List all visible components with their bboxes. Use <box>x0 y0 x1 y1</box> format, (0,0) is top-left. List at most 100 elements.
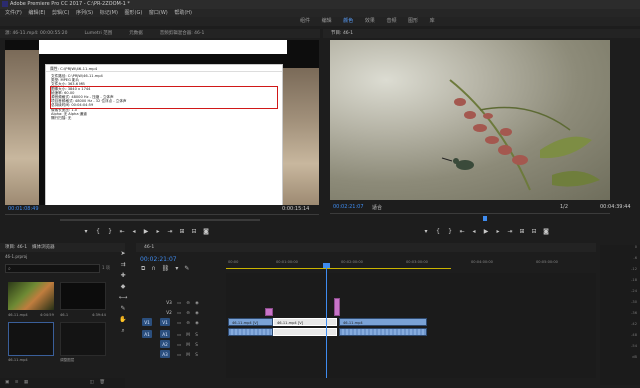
in-point-icon[interactable]: { <box>92 228 104 235</box>
menu-help[interactable]: 帮助(H) <box>174 10 192 16</box>
extract-icon[interactable]: ⊟ <box>528 228 540 235</box>
menu-window[interactable]: 窗口(W) <box>149 10 168 16</box>
source-time-ruler[interactable] <box>5 214 319 222</box>
overwrite-icon[interactable]: ⊟ <box>188 228 200 235</box>
goto-in-icon[interactable]: ⇤ <box>116 228 128 235</box>
track-controls[interactable]: ▭ ⊖ ◉ <box>177 298 201 307</box>
track-target-a1[interactable]: A1 <box>160 330 170 338</box>
play-icon[interactable]: ▶ <box>140 228 152 235</box>
track-target-a2[interactable]: A2 <box>160 340 170 348</box>
timeline-timecode[interactable]: 00:02:21:07 <box>140 256 177 263</box>
tab-audio-mixer[interactable]: 音频剪辑混合器: 46-1 <box>160 31 205 36</box>
out-point-icon[interactable]: } <box>444 228 456 235</box>
video-clip[interactable]: 46-11.mp4 [V] <box>228 318 273 326</box>
timeline-playhead-line[interactable] <box>326 265 327 378</box>
track-select-tool-icon[interactable]: ⇉ <box>118 259 128 270</box>
program-timecode[interactable]: 00:02:21:07 <box>333 204 364 210</box>
track-target-v1[interactable]: V1 <box>160 318 170 326</box>
in-point-icon[interactable]: { <box>432 228 444 235</box>
project-item-thumb[interactable] <box>60 322 106 356</box>
lock-icon[interactable]: ▣ <box>5 380 9 385</box>
icon-view-icon[interactable]: ▦ <box>24 380 28 385</box>
project-item-thumb-selected[interactable] <box>8 322 54 356</box>
timeline-ruler[interactable]: 00:00 00:01:00:00 00:02:00:00 00:03:00:0… <box>226 257 596 271</box>
menu-edit[interactable]: 编辑(E) <box>28 10 45 16</box>
goto-out-icon[interactable]: ⇥ <box>164 228 176 235</box>
menu-file[interactable]: 文件(F) <box>5 10 22 16</box>
workspace-tab[interactable]: 音频 <box>386 17 396 26</box>
export-frame-icon[interactable]: ◙ <box>540 228 552 235</box>
menu-sequence[interactable]: 序列(S) <box>76 10 93 16</box>
slip-tool-icon[interactable]: ⟷ <box>118 292 128 303</box>
resolution-dropdown[interactable]: 1/2 <box>560 204 568 210</box>
workspace-tab[interactable]: 组件 <box>300 17 310 26</box>
timeline-tracks-area[interactable]: 46-11.mp4 [V] 46-11.mp4 [V] 46-11.mp4 <box>226 273 596 378</box>
clip-marker-v2[interactable] <box>265 308 273 316</box>
source-patch-a1[interactable]: A1 <box>142 330 152 338</box>
source-monitor-viewer[interactable]: 属性: C:\PRJW\46-11.mp4 文件路径: C:\PRJW\46-1… <box>5 40 319 205</box>
lift-icon[interactable]: ⊞ <box>516 228 528 235</box>
workspace-tab[interactable]: 效果 <box>365 17 375 26</box>
tab-metadata[interactable]: 元数据 <box>129 31 143 36</box>
source-patch-v1[interactable]: V1 <box>142 318 152 326</box>
source-zoom-bar[interactable] <box>60 219 260 221</box>
zoom-tool-icon[interactable]: ⌕ <box>118 325 128 336</box>
video-clip[interactable]: 46-11.mp4 <box>339 318 427 326</box>
pen-tool-icon[interactable]: ✎ <box>118 303 128 314</box>
out-point-icon[interactable]: } <box>104 228 116 235</box>
workspace-tab[interactable]: 库 <box>430 17 435 26</box>
timeline-playhead[interactable] <box>323 263 330 268</box>
zoom-fit-dropdown[interactable]: 适合 <box>372 204 382 211</box>
track-controls[interactable]: ▭ ⊖ ◉ <box>177 308 201 317</box>
linked-select-icon[interactable]: ⛓ <box>162 265 170 272</box>
project-item-thumb[interactable] <box>8 282 54 310</box>
audio-clip[interactable] <box>339 328 427 336</box>
track-controls[interactable]: ▭ M S <box>177 340 200 349</box>
workspace-tab[interactable]: 图形 <box>408 17 418 26</box>
tab-media-browser[interactable]: 媒体浏览器 <box>32 245 55 250</box>
audio-clip-selected[interactable] <box>273 328 337 336</box>
source-timecode[interactable]: 00:01:08:49 <box>8 206 39 212</box>
tab-source[interactable]: 源: 46-11.mp4: 00:00:55:20 <box>5 31 67 36</box>
nest-icon[interactable]: ⧉ <box>141 265 145 272</box>
trash-icon[interactable]: 🗑 <box>99 380 105 385</box>
hand-tool-icon[interactable]: ✋ <box>118 314 128 325</box>
step-forward-icon[interactable]: ▸ <box>492 228 504 235</box>
step-back-icon[interactable]: ◂ <box>468 228 480 235</box>
track-controls[interactable]: ▭ M S <box>177 330 200 339</box>
tab-lumetri[interactable]: Lumetri 范围 <box>84 31 112 36</box>
clip-marker-v2[interactable] <box>334 298 340 316</box>
marker-icon[interactable]: ▾ <box>80 228 92 235</box>
video-clip-selected[interactable]: 46-11.mp4 [V] <box>273 318 337 326</box>
step-back-icon[interactable]: ◂ <box>128 228 140 235</box>
project-item-thumb[interactable] <box>60 282 106 310</box>
workspace-tab-active[interactable]: 颜色 <box>343 17 353 26</box>
menu-marker[interactable]: 标记(M) <box>100 10 118 16</box>
insert-icon[interactable]: ⊞ <box>176 228 188 235</box>
marker-icon[interactable]: ▾ <box>420 228 432 235</box>
properties-dialog[interactable]: 属性: C:\PRJW\46-11.mp4 文件路径: C:\PRJW\46-1… <box>45 64 283 205</box>
track-controls[interactable]: ▭ M S <box>177 350 200 359</box>
step-forward-icon[interactable]: ▸ <box>152 228 164 235</box>
export-frame-icon[interactable]: ◙ <box>200 228 212 235</box>
program-monitor-viewer[interactable] <box>330 40 610 200</box>
audio-clip[interactable] <box>228 328 273 336</box>
menu-graphics[interactable]: 图形(G) <box>125 10 143 16</box>
new-item-icon[interactable]: ◫ <box>90 380 94 385</box>
ripple-edit-tool-icon[interactable]: ✚ <box>118 270 128 281</box>
track-target-a3[interactable]: A3 <box>160 350 170 358</box>
settings-wrench-icon[interactable]: ✎ <box>184 265 189 272</box>
tab-sequence[interactable]: 46-1 <box>144 245 154 250</box>
menu-clip[interactable]: 剪辑(C) <box>52 10 69 16</box>
tab-program[interactable]: 节目: 46-1 <box>331 31 353 36</box>
project-search-input[interactable]: ⌕ <box>5 264 100 273</box>
list-view-icon[interactable]: ≡ <box>15 380 19 385</box>
razor-tool-icon[interactable]: ◆ <box>118 281 128 292</box>
add-marker-icon[interactable]: ▾ <box>175 265 178 272</box>
work-area-bar[interactable] <box>226 268 451 269</box>
program-time-ruler[interactable] <box>330 213 610 221</box>
track-controls[interactable]: ▭ ⊖ ◉ <box>177 318 201 327</box>
goto-in-icon[interactable]: ⇤ <box>456 228 468 235</box>
tab-project[interactable]: 项目: 46-1 <box>5 245 27 250</box>
workspace-tab[interactable]: 编辑 <box>322 17 332 26</box>
